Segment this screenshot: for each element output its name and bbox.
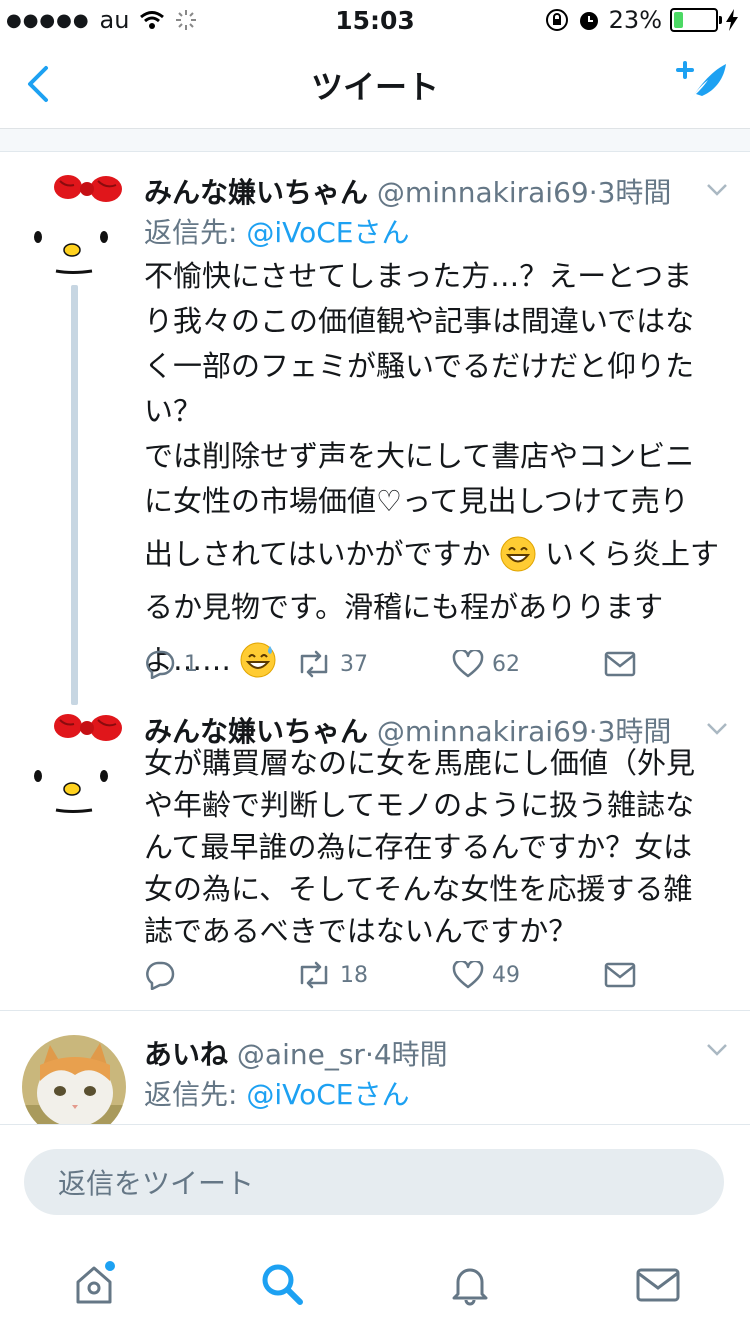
retweet-count: 37 <box>340 651 368 677</box>
tweet-header: あいね @aine_sr·4時間 <box>144 1033 448 1073</box>
reply-context: 返信先: @iVoCEさん <box>144 1073 409 1113</box>
username[interactable]: @minnakirai69 <box>377 176 589 209</box>
heart-icon <box>452 961 484 989</box>
reply-input[interactable]: 返信をツイート <box>24 1149 724 1215</box>
timestamp: 4時間 <box>373 1038 448 1071</box>
timestamp: 3時間 <box>597 176 672 209</box>
battery-icon <box>670 8 722 32</box>
avatar[interactable] <box>22 710 128 816</box>
reply-context: 返信先: @iVoCEさん <box>144 211 409 251</box>
status-bar: ●●●●● au 15:03 23% <box>0 0 750 40</box>
username[interactable]: @aine_sr <box>237 1038 365 1071</box>
tweet-line: り我々のこの価値観や記事は間違いではな <box>144 304 695 338</box>
display-name[interactable]: みんな嫌いちゃん <box>144 176 368 209</box>
tweet-text: 不愉快にさせてしまった方…？えーとつま り我々のこの価値観や記事は間違いではな … <box>144 254 724 683</box>
tweet[interactable]: あいね @aine_sr·4時間 返信先: @iVoCEさん <box>0 1011 750 1124</box>
tweet-text: 女が購買層なのに女を馬鹿にし価値（外見 や年齢で判断してモノのように扱う雑誌な … <box>144 742 724 952</box>
thread-gap <box>0 129 750 152</box>
reply-icon <box>146 961 175 990</box>
tweet-line: い？ <box>144 394 203 428</box>
reply-prefix: 返信先: <box>144 216 247 249</box>
reply-button[interactable]: 1 <box>144 647 198 681</box>
battery-level <box>674 12 683 28</box>
retweet-button[interactable]: 18 <box>296 958 368 992</box>
tweet[interactable]: みんな嫌いちゃん @minnakirai69·3時間 返信先: @iVoCEさん… <box>0 151 750 711</box>
envelope-icon <box>604 962 636 988</box>
like-button[interactable]: 62 <box>452 647 520 681</box>
tab-search[interactable] <box>258 1260 306 1308</box>
like-button[interactable]: 49 <box>452 958 520 992</box>
tweet-line: 不愉快にさせてしまった方…？えーとつま <box>144 259 693 293</box>
dot-separator: · <box>588 176 598 209</box>
grinning-emoji-icon <box>500 536 536 572</box>
reply-icon <box>146 650 175 679</box>
tweet-line-with-emoji: 出しされてはいかがですか いくら炎上す <box>144 532 724 577</box>
display-name[interactable]: あいね <box>144 1038 228 1071</box>
notification-badge <box>105 1261 115 1271</box>
tweet-line: や年齢で判断してモノのように扱う雑誌な <box>144 788 695 822</box>
alarm-icon <box>579 12 598 30</box>
tweet-line: では削除せず声を大にして書店やコンビニ <box>144 439 695 473</box>
reply-button[interactable] <box>144 958 184 992</box>
retweet-count: 18 <box>340 962 368 988</box>
rotation-lock-icon <box>545 9 568 31</box>
tab-home[interactable] <box>70 1260 118 1308</box>
envelope-icon <box>604 651 636 677</box>
tweet-line: 出しされてはいかがですか <box>144 537 491 571</box>
tweet-line: に女性の市場価値♡って見出しつけて売り <box>144 484 689 518</box>
home-icon <box>76 1261 115 1304</box>
battery-percent: 23% <box>608 6 662 34</box>
tweet-line: るか見物です。滑稽にも程がありります <box>144 590 664 624</box>
chevron-down-icon[interactable] <box>706 183 728 197</box>
thread-connector <box>71 285 78 705</box>
tweet-actions: 1 37 62 <box>144 647 644 681</box>
tweet-line: んて最早誰の為に存在するんですか？女は <box>144 830 693 864</box>
status-right: 23% <box>545 6 738 34</box>
heart-icon <box>452 650 484 678</box>
tab-messages[interactable] <box>634 1260 682 1308</box>
dot-separator: · <box>364 1038 374 1071</box>
like-count: 49 <box>492 962 520 988</box>
like-count: 62 <box>492 651 520 677</box>
tweet-actions: 18 49 <box>144 958 644 992</box>
retweet-button[interactable]: 37 <box>296 647 368 681</box>
search-icon <box>262 1264 303 1305</box>
tweet-line: いくら炎上す <box>545 537 720 571</box>
notifications-bell-icon <box>452 1268 488 1306</box>
reply-mention-link[interactable]: @iVoCEさん <box>246 216 409 249</box>
tweet-line: 女の為に、そしてそんな女性を応援する雑 <box>144 872 693 906</box>
chevron-down-icon[interactable] <box>706 1043 728 1057</box>
messages-envelope-icon <box>636 1268 680 1302</box>
tweet[interactable]: みんな嫌いちゃん @minnakirai69·3時間 女が購買層なのに女を馬鹿に… <box>0 710 750 1010</box>
charging-bolt-icon <box>726 9 738 31</box>
direct-message-button[interactable] <box>604 958 636 992</box>
battery-cap <box>719 16 722 24</box>
tweet-line: 女が購買層なのに女を馬鹿にし価値（外見 <box>144 746 696 780</box>
retweet-icon <box>300 961 328 989</box>
tweet-header: みんな嫌いちゃん @minnakirai69·3時間 <box>144 171 671 211</box>
reply-mention-link[interactable]: @iVoCEさん <box>246 1078 409 1111</box>
compose-tweet-icon[interactable] <box>674 58 730 108</box>
avatar[interactable] <box>22 1035 126 1124</box>
direct-message-button[interactable] <box>604 647 636 681</box>
tab-notifications[interactable] <box>446 1260 494 1308</box>
page-title: ツイート <box>310 68 439 106</box>
reply-composer-bar: 返信をツイート <box>0 1124 750 1241</box>
chevron-down-icon[interactable] <box>706 722 728 736</box>
tweet-line: 誌であるべきではないんですか？ <box>144 914 578 948</box>
reply-count: 1 <box>184 651 198 677</box>
tweet-line: く一部のフェミが騒いでるだけだと仰りた <box>144 349 695 383</box>
retweet-icon <box>300 650 328 678</box>
tab-bar <box>0 1240 750 1334</box>
avatar[interactable] <box>22 171 128 277</box>
reply-prefix: 返信先: <box>144 1078 247 1111</box>
navigation-bar: ツイート <box>0 40 750 129</box>
